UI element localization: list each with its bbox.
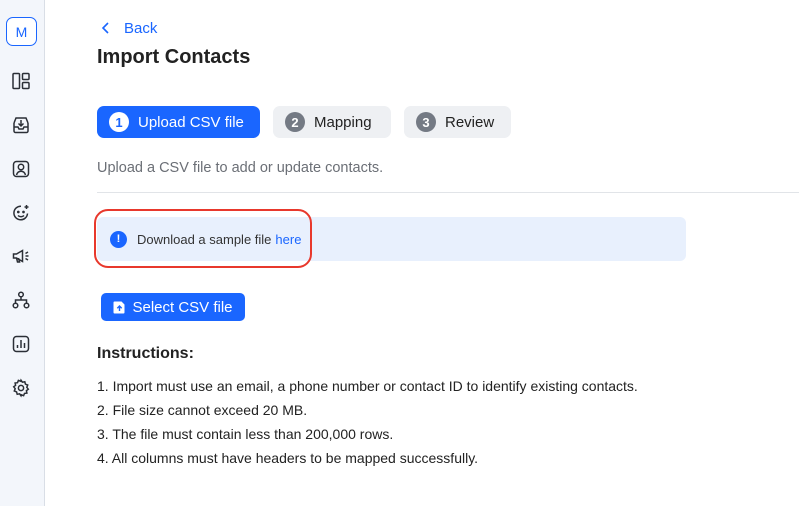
settings-icon[interactable]: [10, 377, 32, 399]
instructions-list: 1. Import must use an email, a phone num…: [97, 377, 638, 473]
chevron-left-icon: [101, 22, 109, 34]
step-label: Mapping: [314, 113, 372, 131]
avatar[interactable]: M: [6, 17, 37, 46]
instruction-item: 3. The file must contain less than 200,0…: [97, 426, 394, 442]
ai-assistant-icon[interactable]: [10, 202, 32, 224]
back-link[interactable]: Back: [100, 17, 157, 39]
info-icon: !: [110, 230, 127, 248]
step-review[interactable]: 3 Review: [404, 106, 511, 138]
step-label: Upload CSV file: [138, 113, 244, 131]
contacts-icon[interactable]: [10, 158, 32, 180]
divider: [97, 192, 799, 193]
dashboard-icon[interactable]: [10, 70, 32, 92]
stepper: 1 Upload CSV file 2 Mapping 3 Review: [97, 106, 511, 138]
sample-file-link[interactable]: here: [275, 232, 301, 247]
instruction-item: 4. All columns must have headers to be m…: [97, 450, 479, 466]
step-number: 1: [109, 112, 129, 132]
page-subtitle: Upload a CSV file to add or update conta…: [97, 160, 384, 176]
step-mapping[interactable]: 2 Mapping: [273, 106, 391, 138]
back-label: Back: [124, 19, 158, 37]
workflow-icon[interactable]: [10, 289, 32, 311]
select-csv-label: Select CSV file: [132, 298, 233, 316]
sidebar: M: [0, 0, 45, 506]
page-title: Import Contacts: [97, 46, 251, 68]
sample-file-banner: ! Download a sample file here: [97, 217, 686, 261]
instruction-item: 2. File size cannot exceed 20 MB.: [97, 402, 308, 418]
step-number: 2: [285, 112, 305, 132]
step-number: 3: [416, 112, 436, 132]
banner-text: Download a sample file: [137, 231, 272, 247]
inbox-icon[interactable]: [10, 114, 32, 136]
instructions-title: Instructions:: [97, 345, 194, 362]
step-upload-csv[interactable]: 1 Upload CSV file: [97, 106, 260, 138]
instruction-item: 1. Import must use an email, a phone num…: [97, 378, 638, 394]
file-upload-icon: [113, 301, 125, 314]
reports-icon[interactable]: [10, 333, 32, 355]
select-csv-button[interactable]: Select CSV file: [101, 293, 245, 321]
megaphone-icon[interactable]: [10, 245, 32, 267]
step-label: Review: [445, 113, 495, 131]
